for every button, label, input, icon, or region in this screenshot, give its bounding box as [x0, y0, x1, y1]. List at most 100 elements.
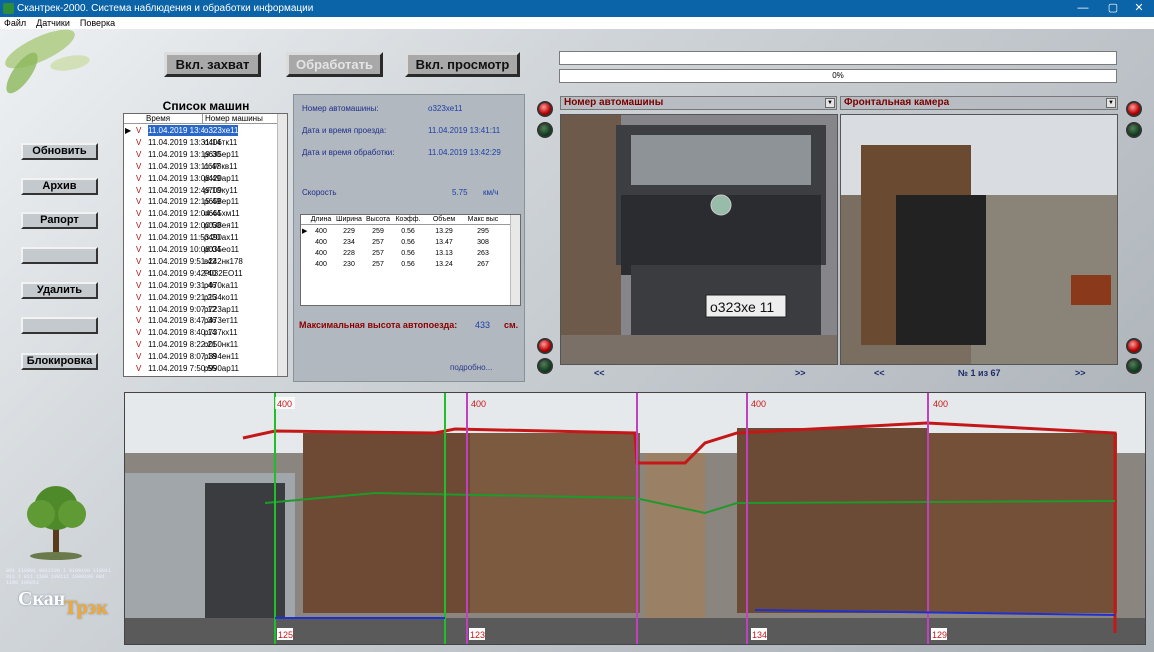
- front-camera-title: Фронтальная камера: [844, 97, 950, 108]
- view-button[interactable]: Вкл. просмотр: [405, 52, 520, 77]
- row-plate: о323хе11: [204, 125, 239, 136]
- details-link[interactable]: подробно...: [450, 363, 492, 372]
- row-plate: с698кв11: [204, 161, 238, 171]
- green-lamp-icon: [537, 122, 553, 138]
- archive-button[interactable]: Архив: [21, 178, 98, 195]
- plate-camera-select[interactable]: Номер автомашины ▼: [560, 96, 837, 110]
- chevron-down-icon[interactable]: ▼: [825, 98, 835, 108]
- blank-button-1[interactable]: [21, 247, 98, 264]
- process-button[interactable]: Обработать: [286, 52, 383, 77]
- front-cam-next-button[interactable]: >>: [1075, 368, 1086, 378]
- dimensions-table[interactable]: Длина Ширина Высота Коэфф. Объем Макс вы…: [300, 214, 521, 306]
- row-plate: в242нк178: [204, 256, 243, 266]
- capture-button[interactable]: Вкл. захват: [164, 52, 261, 77]
- front-camera-select[interactable]: Фронтальная камера ▼: [840, 96, 1118, 110]
- table-row[interactable]: V 11.04.2019 9:51:42 в242нк178: [124, 256, 277, 267]
- row-flag: V: [136, 340, 142, 350]
- plate-overlay-text: о323хе 11: [710, 299, 774, 315]
- plate-cam-prev-button[interactable]: <<: [594, 368, 605, 378]
- dimensions-row[interactable]: 400 228 257 0.56 13.13 263: [301, 249, 510, 259]
- dimensions-scrollbar[interactable]: [510, 215, 520, 305]
- plate-camera-title: Номер автомашины: [564, 97, 664, 108]
- row-flag: V: [136, 328, 142, 338]
- panorama-bottom-label: 129: [932, 630, 947, 640]
- delete-button[interactable]: Удалить: [21, 282, 98, 299]
- dimensions-cell: 0.56: [401, 261, 415, 268]
- front-camera-image: [840, 114, 1118, 365]
- table-row[interactable]: ▶ V 11.04.2019 13:42:29 о323хе11: [124, 125, 277, 136]
- table-row[interactable]: V 11.04.2019 8:40:14 р737кх11: [124, 327, 277, 338]
- panorama-view: 400 400 400 400 125 123 134 129: [124, 392, 1146, 645]
- table-row[interactable]: V 11.04.2019 13:08:49 р420ар11: [124, 173, 277, 184]
- table-row[interactable]: V 11.04.2019 9:31:46 р470ка11: [124, 280, 277, 291]
- row-plate: р134ко11: [204, 292, 239, 302]
- row-plate: о665хм11: [204, 209, 240, 219]
- report-button[interactable]: Рапорт: [21, 212, 98, 229]
- panorama-bottom-label: 125: [278, 630, 293, 640]
- dimensions-cell: 263: [477, 250, 489, 257]
- table-row[interactable]: V 11.04.2019 9:21:25 р134ко11: [124, 292, 277, 303]
- table-row[interactable]: V 11.04.2019 10:08:04 р035ео11: [124, 244, 277, 255]
- lock-button[interactable]: Блокировка: [21, 353, 98, 370]
- truck-side-image: [841, 115, 1117, 364]
- plate-cam-next-button[interactable]: >>: [795, 368, 806, 378]
- table-row[interactable]: V 11.04.2019 9:42:40 Р032ЕО11: [124, 268, 277, 279]
- row-plate: р709ку11: [204, 185, 238, 195]
- table-row[interactable]: V 11.04.2019 13:19:30 р635ер11: [124, 149, 277, 160]
- close-button[interactable]: ✕: [1124, 0, 1154, 17]
- row-plate: р035ео11: [204, 245, 239, 254]
- front-cam-prev-button[interactable]: <<: [874, 368, 885, 378]
- table-row[interactable]: V 11.04.2019 13:11:47 с698кв11: [124, 161, 277, 172]
- chevron-down-icon[interactable]: ▼: [1106, 98, 1116, 108]
- max-height-value: 433: [475, 320, 491, 330]
- dimensions-cell: 295: [477, 228, 489, 235]
- minimize-button[interactable]: —: [1068, 0, 1098, 17]
- dimensions-cell: 13.29: [435, 228, 453, 235]
- max-height-unit: см.: [504, 320, 519, 330]
- menu-file[interactable]: Файл: [4, 18, 26, 28]
- dimensions-cell: 257: [372, 261, 384, 268]
- plate-camera-image: о323хе 11: [560, 114, 838, 365]
- table-row[interactable]: V 11.04.2019 8:07:18 р394ен11: [124, 351, 277, 362]
- table-row[interactable]: V 11.04.2019 13:31:14 о406тк11: [124, 137, 277, 148]
- leaf-decoration: [5, 29, 90, 94]
- menu-bar: Файл Датчики Поверка: [0, 17, 1154, 29]
- process-time-label: Дата и время обработки:: [302, 148, 395, 157]
- scantrek-logo: 001 110001 0011100 1 0100100 110011 011 …: [6, 568, 118, 630]
- dimensions-row[interactable]: ▶ 400 229 259 0.56 13.29 295: [301, 227, 510, 237]
- process-time-value: 11.04.2019 13:42:29: [428, 148, 501, 157]
- blank-button-2[interactable]: [21, 317, 98, 334]
- row-plate: р470ка11: [204, 280, 239, 290]
- table-row[interactable]: V 11.04.2019 12:00:50 р038ея11: [124, 220, 277, 231]
- row-plate: р394ен11: [204, 352, 239, 362]
- dimensions-header: Длина Ширина Высота Коэфф. Объем Макс вы…: [301, 215, 510, 225]
- car-list-scrollbar[interactable]: [277, 114, 287, 376]
- menu-sensors[interactable]: Датчики: [36, 18, 70, 28]
- col-time[interactable]: Время: [146, 114, 170, 124]
- row-plate: о406тк11: [204, 137, 238, 147]
- menu-verification[interactable]: Поверка: [80, 18, 115, 28]
- table-row[interactable]: V 11.04.2019 8:22:21 о050нк11: [124, 339, 277, 350]
- table-row[interactable]: V 11.04.2019 8:47:36 р473ет11: [124, 315, 277, 326]
- dimensions-row[interactable]: 400 230 257 0.56 13.24 267: [301, 260, 510, 270]
- table-row[interactable]: V 11.04.2019 12:15:49 р658ер11: [124, 196, 277, 207]
- row-plate: Р032ЕО11: [204, 268, 243, 278]
- dimensions-cell: 13.47: [435, 239, 453, 246]
- logo-text-a: Скан: [18, 588, 66, 610]
- table-row[interactable]: V 11.04.2019 12:49:10 р709ку11: [124, 185, 277, 196]
- row-plate: р737кх11: [204, 328, 238, 338]
- dimensions-row[interactable]: 400 234 257 0.56 13.47 308: [301, 238, 510, 248]
- table-row[interactable]: V 11.04.2019 12:04:44 о665хм11: [124, 208, 277, 219]
- pass-time-label: Дата и время проезда:: [302, 126, 387, 135]
- refresh-button[interactable]: Обновить: [21, 143, 98, 160]
- table-row[interactable]: V 11.04.2019 7:50:55 р990ар11: [124, 363, 277, 374]
- green-lamp-icon: [537, 358, 553, 374]
- panorama-top-label: 400: [471, 399, 486, 409]
- progress-bar-top: [559, 51, 1117, 65]
- col-plate[interactable]: Номер машины: [202, 114, 263, 124]
- car-list[interactable]: Время Номер машины ▶ V 11.04.2019 13:42:29…: [123, 113, 288, 377]
- row-flag: V: [136, 245, 142, 254]
- table-row[interactable]: V 11.04.2019 9:07:12 р723ар11: [124, 304, 277, 315]
- row-flag: V: [136, 197, 142, 207]
- table-row[interactable]: V 11.04.2019 11:53:20 р490ах11: [124, 232, 277, 243]
